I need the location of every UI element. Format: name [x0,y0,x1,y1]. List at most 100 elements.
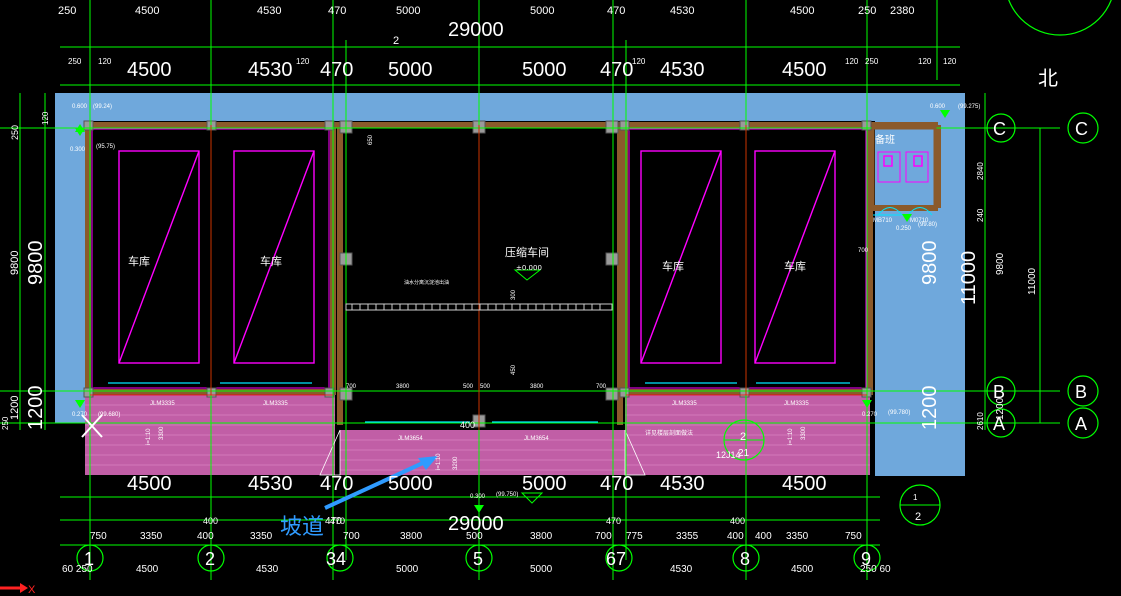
fine-0: 750 [90,531,107,542]
axis-col-5: 5 [473,549,483,569]
right-dim-6: 1200 [919,386,941,431]
small-top-3: 120 [632,57,646,66]
compress-elev: ±0.000 [516,264,542,272]
small-bot-0: 400 [203,516,218,526]
inner-dim-1: 500 [463,384,474,390]
axis-col-8: 8 [740,549,750,569]
cad-drawing-canvas[interactable]: 250 4500 4530 470 5000 5000 470 4530 450… [0,0,1121,596]
garage-label-3: 车库 [662,259,684,273]
apron-area [85,395,870,476]
bottom-big-7: 4500 [782,473,827,495]
x-axis-arrow-icon [0,583,28,593]
inner-dim-6: 700 [858,248,869,254]
elev7b: (99.780) [888,410,910,416]
left-dim-3: 9800 [25,241,47,286]
bottom-big-0: 4500 [127,473,172,495]
axis-row-b-outer: B [1075,382,1087,402]
small-bot-4: 400 [730,516,745,526]
detail-num: 21 [738,448,750,459]
top-dim-0: 250 [58,5,76,17]
elev6b: (99.680) [98,412,120,418]
left-dim-4: 1200 [25,386,47,431]
small-top-7: 120 [943,57,957,66]
bottom-big-1: 4530 [248,473,293,495]
duty-room-label: 备班 [875,133,895,146]
elev4b: (99.275) [958,104,980,110]
bottom-big-6: 4530 [660,473,705,495]
garage-label-4: 车库 [784,259,806,273]
axisdim-3: 5000 [396,564,419,575]
right-dim-2: 9800 [919,241,941,286]
elev6: 0.270 [72,412,88,418]
garage-label-2: 车库 [260,254,282,268]
door-label-4: JLM3335 [784,401,809,407]
fine-1: 3350 [140,531,163,542]
top-dim-9: 250 [858,5,876,17]
axis-col-2: 2 [205,549,215,569]
inner-dim-8: 650 [368,134,374,145]
axis-row-c: C [993,119,1006,139]
inner-dim-2: 500 [480,384,491,390]
small-top-6: 120 [918,57,932,66]
fine-13: 400 [755,531,772,542]
top-total: 29000 [448,19,504,41]
bottom-big-5: 470 [600,473,633,495]
top-dim-3: 470 [328,5,346,17]
door-label-5: JLM3654 [398,436,423,442]
inner-dim-7: 450 [511,364,517,375]
inner-dim-4: 700 [346,384,357,390]
small-top-1: 120 [98,57,112,66]
elev5: 0.250 [896,226,912,232]
axis-row-c-outer: C [1075,119,1088,139]
axis-row-a-outer: A [1075,414,1087,434]
top-dim-7: 4530 [670,5,694,17]
slope-1b: 3300 [159,426,165,440]
fine-2: 400 [197,531,214,542]
axis-col-1: 1 [84,549,94,569]
detail-tag: 2 [740,431,746,443]
elev2b: (95.75) [96,144,115,150]
north-arrow-circle [1008,0,1112,36]
slope-1: i=1:10 [146,428,152,445]
axis-col-67: 67 [606,549,626,569]
right-dim-3: 11000 [958,251,980,305]
drain-note: 油水分离沉淀池出油 [404,279,449,286]
elev2: 0.300 [70,147,86,153]
top-dim-10: 2380 [890,5,914,17]
north-label: 北 [1038,66,1058,90]
x-axis-label: X [28,584,36,596]
slope-3b: 3300 [801,426,807,440]
door-label-2: JLM3335 [263,401,288,407]
left-dim-0: 250 [10,125,20,140]
fine-14: 3350 [786,531,809,542]
compress-room-label: 压缩车间 [505,245,549,259]
big-top-7: 4500 [782,59,827,81]
door-label-1: JLM3335 [150,401,175,407]
slope-2b: 3200 [453,456,459,470]
fine-6: 3800 [400,531,423,542]
big-top-0: 4500 [127,59,172,81]
floor-note: 详见楼层剖面做法 [645,429,693,437]
top-dim-5: 5000 [530,5,554,17]
bottom-big-2: 470 [320,473,353,495]
small-top-0: 250 [68,57,82,66]
axisdim-5: 4530 [670,564,693,575]
section-tag-bot: 2 [915,511,921,523]
big-top-3: 5000 [388,59,433,81]
fine-5: 700 [343,531,360,542]
garage-label-1: 车库 [128,254,150,268]
ramp-label: 坡道 [280,515,324,540]
inner-dim-3: 3800 [530,384,544,390]
right-dim-4: 9800 [995,252,1006,275]
big-top-5: 470 [600,59,633,81]
fine-9: 700 [595,531,612,542]
big-top-4: 5000 [522,59,567,81]
top-dim-1: 4500 [135,5,159,17]
fine-15: 750 [845,531,862,542]
small-top-4: 120 [845,57,859,66]
fine-12: 400 [727,531,744,542]
right-dim-1: 240 [976,208,985,222]
columns [83,120,872,428]
fine-7: 500 [466,531,483,542]
elev1b: (99.24) [93,104,112,110]
